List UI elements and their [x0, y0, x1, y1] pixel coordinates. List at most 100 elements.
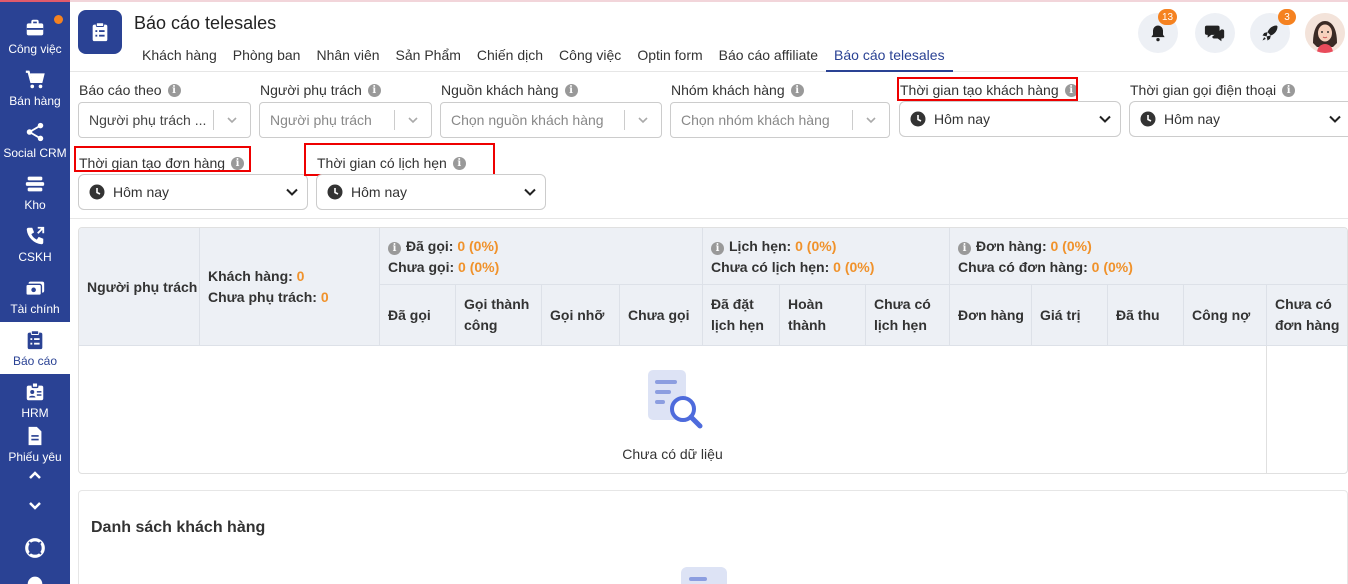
orders-count: 0 (0%)	[1050, 238, 1092, 254]
clock-icon	[327, 184, 343, 200]
clock-icon	[89, 184, 105, 200]
unassigned-label: Chưa phụ trách:	[208, 288, 317, 305]
tab-cong-viec[interactable]: Công việc	[551, 44, 629, 72]
report-by-label-text: Báo cáo theo	[79, 82, 162, 98]
settings-button[interactable]	[23, 572, 47, 584]
col-header-da-dat-lich-hen: Đã đặt lịch hẹn	[703, 285, 780, 346]
sidebar-item-cskh[interactable]: CSKH	[0, 218, 70, 270]
sidebar-item-kho[interactable]: Kho	[0, 166, 70, 218]
cart-icon	[25, 70, 45, 88]
sidebar-item-label: HRM	[21, 405, 49, 420]
help-button[interactable]	[23, 536, 47, 560]
notifications-badge: 13	[1158, 9, 1178, 25]
highlight-box	[74, 146, 251, 172]
sidebar-item-label: Phiếu yêu	[8, 449, 62, 464]
appointment-select[interactable]: Hôm nay	[316, 174, 546, 210]
rocket-icon	[1262, 25, 1278, 41]
customer-list-title: Danh sách khách hàng	[91, 519, 266, 536]
notifications-button[interactable]: 13	[1138, 9, 1178, 53]
customers-count: 0	[296, 267, 305, 284]
source-select[interactable]: Chọn nguồn khách hàng	[440, 102, 662, 138]
call-time-select[interactable]: Hôm nay	[1129, 101, 1348, 137]
sidebar-item-social-crm[interactable]: Social CRM	[0, 114, 70, 166]
not-called-label: Chưa gọi:	[388, 259, 455, 275]
owner-select[interactable]: Người phụ trách	[259, 102, 432, 138]
group-label-text: Nhóm khách hàng	[671, 82, 785, 98]
sidebar-item-tai-chinh[interactable]: Tài chính	[0, 270, 70, 322]
report-table: Người phụ trách Khách hàng: 0 Chưa phụ t…	[78, 227, 1348, 474]
highlight-box	[304, 143, 495, 176]
col-label: Chưa có đơn hàng	[1275, 296, 1340, 333]
calls-group-header: i Đã gọi: 0 (0%) Chưa gọi: 0 (0%)	[380, 228, 703, 285]
info-icon: i	[564, 83, 578, 97]
tab-chien-dich[interactable]: Chiến dịch	[469, 44, 551, 72]
info-icon: i	[790, 83, 804, 97]
report-by-select[interactable]: Người phụ trách ...	[78, 102, 251, 138]
called-label: Đã gọi:	[406, 238, 454, 254]
sidebar-item-ban-hang[interactable]: Bán hàng	[0, 62, 70, 114]
col-label: Đã thu	[1116, 306, 1160, 323]
sidebar-item-bao-cao[interactable]: Báo cáo	[0, 322, 70, 374]
sidebar-item-label: Kho	[24, 197, 46, 212]
scroll-up-button[interactable]	[23, 463, 47, 487]
chevron-up-icon	[29, 471, 41, 479]
avatar[interactable]	[1305, 13, 1345, 53]
quick-launch-button[interactable]: 3	[1250, 9, 1296, 53]
col-label: Gọi nhỡ	[550, 306, 605, 323]
customers-column-header: Khách hàng: 0 Chưa phụ trách: 0	[200, 228, 380, 346]
orders-label: Đơn hàng:	[976, 238, 1047, 254]
source-placeholder: Chọn nguồn khách hàng	[451, 112, 604, 128]
section-divider	[70, 218, 1348, 219]
tab-nhan-vien[interactable]: Nhân viên	[308, 44, 387, 72]
col-label: Đơn hàng	[958, 306, 1024, 323]
no-data-icon	[681, 567, 727, 584]
no-orders-count: 0 (0%)	[1091, 259, 1133, 275]
no-appointments-count: 0 (0%)	[833, 259, 875, 275]
chevron-down-icon	[29, 502, 41, 510]
empty-state-text: Chưa có dữ liệu	[622, 446, 723, 462]
col-label: Đã gọi	[388, 306, 431, 323]
clock-icon	[1140, 111, 1156, 127]
info-icon: i	[1282, 83, 1296, 97]
group-select[interactable]: Chọn nhóm khách hàng	[670, 102, 890, 138]
chevron-down-icon	[853, 113, 889, 127]
lifebuoy-icon	[25, 538, 45, 558]
sidebar-item-label: Social CRM	[3, 145, 67, 160]
owner-label: Người phụ trách i	[260, 82, 381, 98]
report-logo-icon	[78, 10, 122, 54]
col-header-don-hang: Đơn hàng	[950, 285, 1032, 346]
appointments-count: 0 (0%)	[795, 238, 837, 254]
tab-bao-cao-telesales[interactable]: Báo cáo telesales	[826, 44, 953, 72]
call-time-value: Hôm nay	[1164, 111, 1221, 127]
info-icon: i	[367, 83, 381, 97]
tab-bao-cao-affiliate[interactable]: Báo cáo affiliate	[711, 44, 826, 72]
sidebar-item-label: CSKH	[18, 249, 52, 264]
customer-list-card: Danh sách khách hàng	[78, 490, 1348, 584]
sidebar-item-label: Báo cáo	[12, 353, 58, 368]
col-label: Chưa có lịch hẹn	[874, 296, 931, 333]
col-label: Đã đặt lịch hẹn	[711, 296, 764, 333]
sidebar-item-label: Bán hàng	[9, 93, 61, 108]
tab-optin-form[interactable]: Optin form	[629, 44, 710, 72]
sidebar-item-phieu-yeu-cau[interactable]: Phiếu yêu	[0, 422, 70, 466]
col-header-chua-co-don-hang: Chưa có đơn hàng	[1267, 285, 1347, 346]
group-placeholder: Chọn nhóm khách hàng	[681, 112, 830, 128]
no-orders-label: Chưa có đơn hàng:	[958, 259, 1088, 275]
scroll-down-button[interactable]	[23, 494, 47, 518]
tab-phong-ban[interactable]: Phòng ban	[225, 44, 309, 72]
order-created-select[interactable]: Hôm nay	[78, 174, 308, 210]
report-by-label: Báo cáo theo i	[79, 82, 181, 98]
tab-khach-hang[interactable]: Khách hàng	[134, 44, 225, 72]
tab-san-pham[interactable]: Sản Phẩm	[388, 44, 469, 72]
messages-button[interactable]	[1195, 13, 1235, 53]
unassigned-count: 0	[320, 288, 329, 305]
col-label: Gọi thành công	[464, 296, 530, 333]
share-icon	[26, 122, 44, 141]
customer-created-select[interactable]: Hôm nay	[899, 101, 1121, 137]
chevron-down-icon	[524, 188, 536, 196]
highlight-box	[897, 77, 1078, 101]
sidebar-item-hrm[interactable]: HRM	[0, 374, 70, 426]
col-header-goi-thanh-cong: Gọi thành công	[456, 285, 542, 346]
appointments-group-header: i Lịch hẹn: 0 (0%) Chưa có lịch hẹn: 0 (0…	[703, 228, 950, 285]
owner-label-text: Người phụ trách	[260, 82, 362, 98]
